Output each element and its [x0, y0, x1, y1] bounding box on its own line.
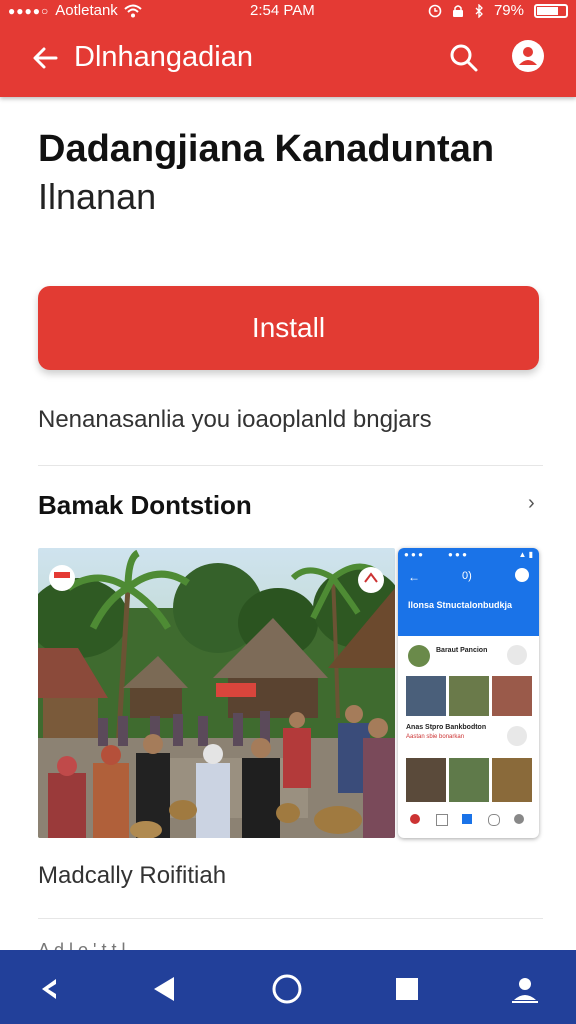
battery-percent: 79%: [493, 2, 524, 19]
mini-back-icon: ←: [408, 570, 420, 584]
app-developer: Ilnanan: [38, 176, 157, 217]
wifi-icon: [124, 4, 142, 17]
mini-row-label-2: Anas Stpro Bankbodton: [406, 724, 487, 731]
section-title: Bamak Dontstion: [38, 490, 252, 520]
nav-recents-button[interactable]: [390, 972, 424, 1006]
account-icon: [512, 40, 544, 72]
mini-avatar: [408, 645, 430, 667]
mini-app-header: ● ● ● ● ● ● ▲ ▮ ← 0) Ilonsa Stnuctalonbu…: [398, 548, 539, 636]
mini-status-bar: ● ● ● ● ● ● ▲ ▮: [404, 550, 533, 559]
mini-avatar-icon: [515, 568, 529, 582]
screenshot-phone[interactable]: ● ● ● ● ● ● ▲ ▮ ← 0) Ilonsa Stnuctalonbu…: [398, 548, 539, 838]
app-bar: ●●●●○ Aotletank 2:54 PAM 79% Dlnhangadia…: [0, 0, 576, 97]
carrier-name: Aotletank: [55, 2, 118, 19]
mini-row-sub: Aastan sbie bonarkan: [406, 734, 465, 740]
account-button[interactable]: [508, 36, 548, 76]
toolbar: Dlnhangadian: [0, 28, 576, 88]
nav-left-button[interactable]: [34, 972, 68, 1006]
mini-row-button-2: [507, 726, 527, 746]
install-button[interactable]: Install: [38, 286, 539, 370]
mini-photo-row-2: [406, 758, 532, 802]
screenshot-village[interactable]: [38, 548, 395, 838]
mini-row-label: Baraut Pancion: [436, 647, 488, 654]
nav-profile-button[interactable]: [508, 972, 542, 1006]
mini-row-2: Anas Stpro Bankbodton Aastan sbie bonark…: [406, 720, 531, 750]
mini-row-1: Baraut Pancion: [406, 643, 531, 673]
search-button[interactable]: [444, 38, 484, 78]
mini-header-center: 0): [462, 570, 472, 582]
square-recents-icon: [396, 978, 418, 1000]
arrow-left-icon: [33, 47, 58, 69]
circle-home-icon: [272, 974, 302, 1004]
alarm-icon: [428, 4, 442, 17]
nav-home-button[interactable]: [270, 972, 304, 1006]
search-icon: [450, 44, 478, 72]
signal-icon: ●●●●○: [8, 3, 50, 18]
divider-2: [38, 918, 543, 919]
mini-photo-row-1: [406, 676, 532, 718]
lock-icon: [452, 4, 463, 17]
mini-home-icon: [410, 814, 420, 824]
status-bar: ●●●●○ Aotletank 2:54 PAM 79%: [0, 0, 576, 22]
mini-profile-icon: [514, 814, 524, 824]
triangle-back-icon: [154, 977, 174, 1001]
mini-bottom-nav: [398, 806, 539, 836]
person-icon: [512, 978, 538, 1003]
mini-doc-icon: [436, 814, 448, 826]
divider: [38, 465, 543, 466]
back-button[interactable]: [26, 38, 66, 78]
battery-icon: [534, 3, 568, 18]
clock: 2:54 PAM: [250, 2, 315, 19]
screenshot-caption: Madcally Roifitiah: [38, 862, 227, 889]
bluetooth-icon: [475, 3, 483, 18]
app-name: Dadangjiana Kanaduntan: [38, 128, 495, 170]
mini-title: Ilonsa Stnuctalonbudkja: [408, 600, 513, 610]
app-tagline: Nenanasanlia you ioaoplanld bngjars: [38, 406, 432, 433]
mini-active-icon: [462, 814, 472, 824]
nav-back-button[interactable]: [148, 972, 182, 1006]
mini-row-button: [507, 645, 527, 665]
app-bar-title: Dlnhangadian: [74, 41, 253, 73]
section-arrow-icon[interactable]: ›: [528, 492, 535, 515]
system-nav-bar: [0, 950, 576, 1024]
back-arrow-icon: [42, 979, 56, 999]
village-scene-image: [38, 548, 395, 838]
mini-clock-icon: [488, 814, 500, 826]
